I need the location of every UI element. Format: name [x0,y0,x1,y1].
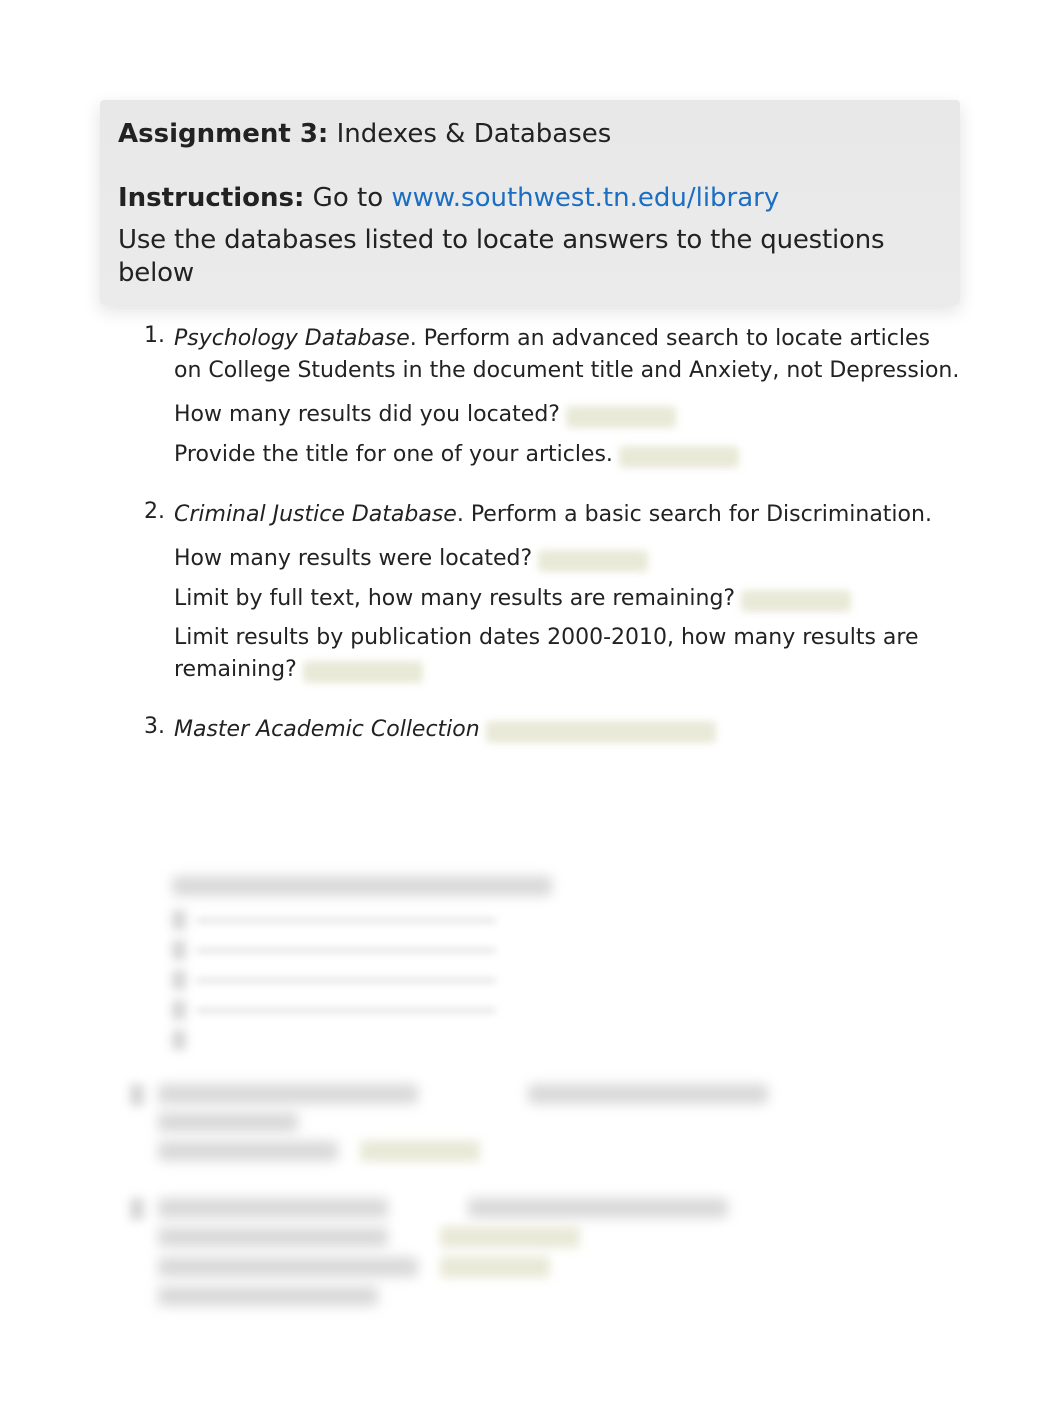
use-databases-line: Use the databases listed to locate answe… [118,224,942,292]
item-number: 2. [144,499,174,524]
header-box: Assignment 3: Indexes & Databases Instru… [100,100,960,305]
question-text: How many results did you located? [174,402,560,427]
list-item: 2. Criminal Justice Database. Perform a … [144,499,960,686]
question-line: Limit results by publication dates 2000-… [174,622,960,686]
question-text: Provide the title for one of your articl… [174,442,613,467]
question-line: How many results were located? [174,543,960,575]
list-item: 1. Psychology Database. Perform an advan… [144,323,960,471]
item-intro: . Perform a basic search for Discriminat… [457,502,932,527]
document-page: Assignment 3: Indexes & Databases Instru… [100,100,960,1314]
instructions-line: Instructions: Go to www.southwest.tn.edu… [118,182,942,216]
question-text: How many results were located? [174,546,532,571]
instructions-text: Go to [304,183,391,213]
redacted-answer [619,446,739,468]
redacted-answer [303,661,423,683]
assignment-title: Indexes & Databases [328,119,611,149]
redacted-content [486,721,716,743]
item-number: 3. [144,714,174,739]
item-number: 1. [144,323,174,348]
obscured-content [100,876,960,1314]
redacted-answer [538,550,648,572]
question-line: How many results did you located? [174,399,960,431]
instructions-label: Instructions: [118,183,304,213]
question-line: Provide the title for one of your articl… [174,439,960,471]
redacted-answer [741,590,851,612]
database-name: Psychology Database [174,326,410,351]
item-content: Master Academic Collection [174,714,960,746]
question-list: 1. Psychology Database. Perform an advan… [100,323,960,746]
list-item: 3. Master Academic Collection [144,714,960,746]
redacted-answer [566,406,676,428]
database-name: Criminal Justice Database [174,502,457,527]
item-content: Criminal Justice Database. Perform a bas… [174,499,960,686]
item-content: Psychology Database. Perform an advanced… [174,323,960,471]
assignment-label: Assignment 3: [118,119,328,149]
database-name: Master Academic Collection [174,717,480,742]
question-text: Limit by full text, how many results are… [174,586,735,611]
assignment-title-line: Assignment 3: Indexes & Databases [118,118,942,152]
library-link[interactable]: www.southwest.tn.edu/library [391,183,779,213]
question-text: Limit results by publication dates 2000-… [174,625,919,682]
question-line: Limit by full text, how many results are… [174,583,960,615]
